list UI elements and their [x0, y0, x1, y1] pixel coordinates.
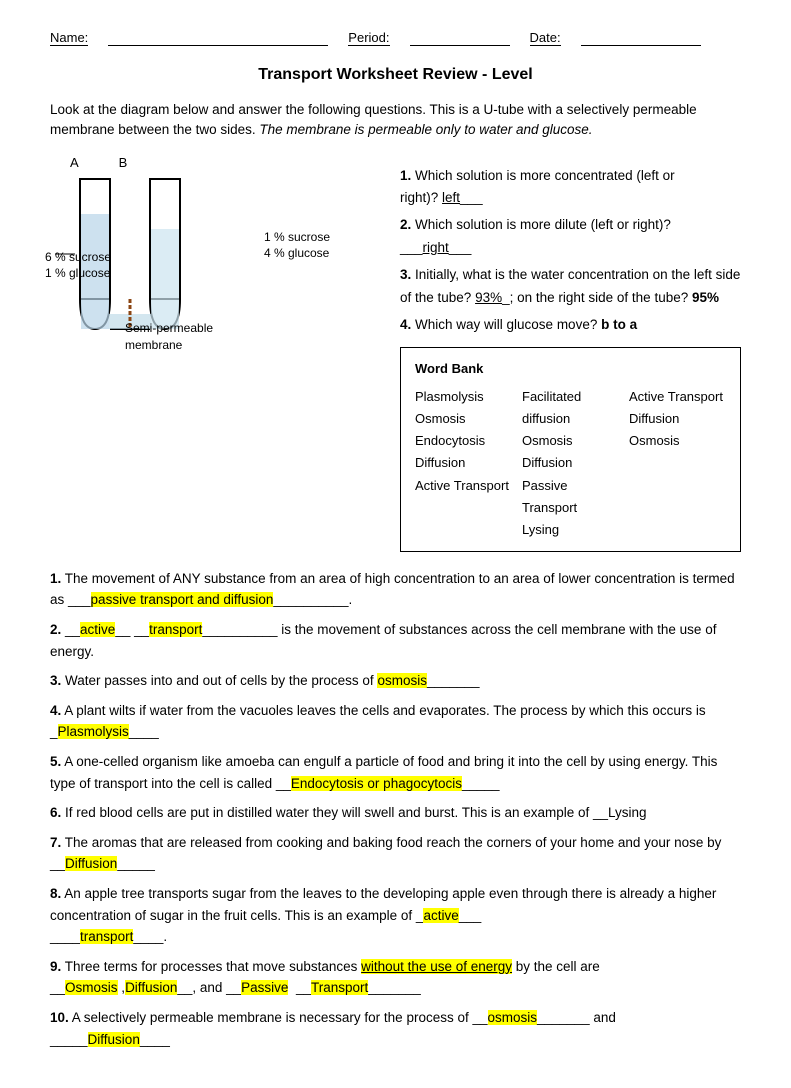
word-bank: Word Bank Plasmolysis Osmosis Endocytosi… [400, 347, 741, 552]
q1: 1. Which solution is more concentrated (… [400, 165, 741, 211]
label-b: B [119, 155, 128, 170]
q4: 4. Which way will glucose move? b to a [400, 314, 741, 337]
q2: 2. Which solution is more dilute (left o… [400, 214, 741, 260]
word-bank-col3: Active Transport Diffusion Osmosis [629, 386, 726, 541]
left-side-labels: 6 % sucrose 1 % glucose [45, 249, 111, 283]
mq8: 8. An apple tree transports sugar from t… [50, 883, 741, 948]
word-bank-title: Word Bank [415, 358, 726, 380]
date-label: Date: [530, 30, 561, 46]
mq7: 7. The aromas that are released from coo… [50, 832, 741, 875]
period-label: Period: [348, 30, 389, 46]
mq3: 3. Water passes into and out of cells by… [50, 670, 741, 692]
mq1: 1. The movement of ANY substance from an… [50, 568, 741, 611]
diagram-top-labels: A B [70, 155, 260, 170]
name-line [108, 30, 328, 46]
diagram-section: A B [50, 155, 741, 552]
period-line [410, 30, 510, 46]
right-side-labels: 1 % sucrose 4 % glucose [264, 229, 330, 263]
diagram-left: A B [50, 155, 260, 354]
mq4: 4. A plant wilts if water from the vacuo… [50, 700, 741, 743]
semi-permeable-label: Semi-permeable membrane [125, 320, 213, 354]
intro-text: Look at the diagram below and answer the… [50, 100, 741, 141]
header: Name: Period: Date: [50, 30, 741, 46]
diagram-questions: 1. Which solution is more concentrated (… [400, 155, 741, 552]
date-line [581, 30, 701, 46]
main-questions: 1. The movement of ANY substance from an… [50, 568, 741, 1050]
word-bank-col2: Facilitated diffusion Osmosis Diffusion … [522, 386, 619, 541]
mq5: 5. A one-celled organism like amoeba can… [50, 751, 741, 794]
word-bank-col1: Plasmolysis Osmosis Endocytosis Diffusio… [415, 386, 512, 541]
mq2: 2. __active__ __transport__________ is t… [50, 619, 741, 662]
label-a: A [70, 155, 79, 170]
mq9: 9. Three terms for processes that move s… [50, 956, 741, 999]
q3: 3. Initially, what is the water concentr… [400, 264, 741, 310]
page-title: Transport Worksheet Review - Level [50, 66, 741, 84]
mq10: 10. A selectively permeable membrane is … [50, 1007, 741, 1050]
mq6: 6. If red blood cells are put in distill… [50, 802, 741, 824]
name-label: Name: [50, 30, 88, 46]
word-bank-grid: Plasmolysis Osmosis Endocytosis Diffusio… [415, 386, 726, 541]
